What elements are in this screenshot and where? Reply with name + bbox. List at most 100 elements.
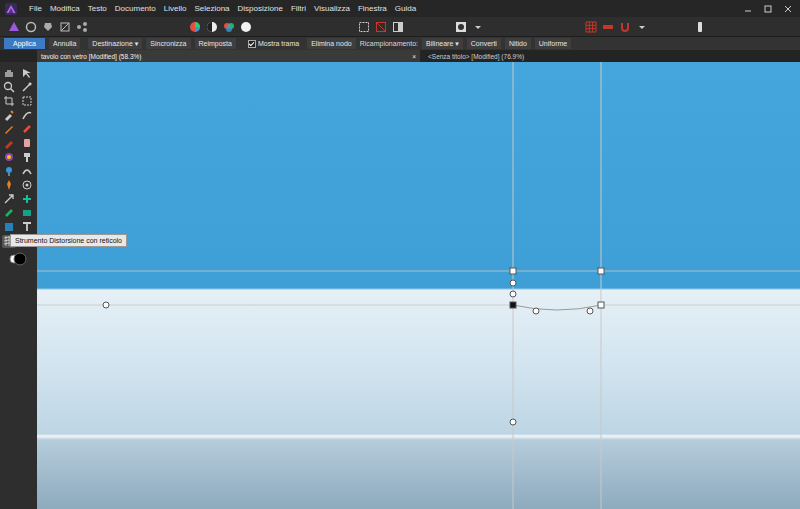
menu-item[interactable]: Seleziona (190, 4, 233, 13)
toolbar-button[interactable]: Reimposta (195, 38, 236, 49)
tool-button[interactable] (20, 123, 34, 136)
show-mesh-checkbox[interactable]: Mostra trama (244, 38, 303, 49)
tools-panel (0, 62, 37, 509)
tool-button[interactable] (20, 67, 34, 80)
toolbar-group (189, 21, 252, 33)
menu-item[interactable]: File (25, 4, 46, 13)
develop-persona-icon[interactable] (42, 21, 54, 33)
toolbar-text: Bilineare (426, 39, 453, 48)
tool-button[interactable] (20, 151, 34, 164)
sharpen-icon (3, 179, 15, 191)
tool-button[interactable] (2, 95, 16, 108)
tool-button[interactable] (2, 221, 16, 234)
toolbar-button[interactable]: Converti (467, 38, 501, 49)
menu-item[interactable]: Guida (391, 4, 420, 13)
color-picker-icon (21, 81, 33, 93)
menu-item[interactable]: Modifica (46, 4, 84, 13)
toolbar-dropdown[interactable]: Bilineare▾ (422, 38, 463, 49)
tool-button[interactable] (2, 109, 16, 122)
mesh-overlay[interactable] (37, 62, 800, 509)
toolbar-button[interactable]: Uniforme (535, 38, 571, 49)
quick-mask-icon[interactable] (455, 21, 467, 33)
color-wheel-icon[interactable] (189, 21, 201, 33)
toolbar-button[interactable]: Sincronizza (146, 38, 190, 49)
paint-brush-icon (3, 123, 15, 135)
tool-button[interactable] (2, 165, 16, 178)
perspective-icon (3, 193, 15, 205)
window-controls (744, 5, 800, 13)
tool-button[interactable] (20, 95, 34, 108)
channels-icon[interactable] (223, 21, 235, 33)
tone-mapping-icon[interactable] (59, 21, 71, 33)
tool-button[interactable] (20, 221, 34, 234)
red-eye-icon (21, 179, 33, 191)
menu-item[interactable]: Disposizione (234, 4, 287, 13)
toolbar-button[interactable]: Applica (4, 38, 45, 49)
white-balance-icon[interactable] (240, 21, 252, 33)
tool-button[interactable] (20, 179, 34, 192)
close-window-icon[interactable] (784, 5, 792, 13)
tool-button[interactable] (20, 137, 34, 150)
color-swatches[interactable] (9, 252, 27, 266)
tab-title: tavolo con vetro [Modified] (58.3%) (41, 53, 141, 60)
assistant-icon[interactable] (694, 21, 706, 33)
toolbar-dropdown[interactable]: Destinazione▾ (88, 38, 142, 49)
grid-icon[interactable] (585, 21, 597, 33)
erase-brush-icon (21, 123, 33, 135)
liquify-persona-icon[interactable] (25, 21, 37, 33)
menu-bar: FileModificaTestoDocumentoLivelloSelezio… (0, 0, 800, 17)
tool-button[interactable] (20, 207, 34, 220)
tool-button[interactable] (2, 179, 16, 192)
selection-brush-icon (3, 109, 15, 121)
primary-color-icon[interactable] (9, 252, 27, 266)
tool-button[interactable] (2, 207, 16, 220)
menu-item[interactable]: Filtri (287, 4, 310, 13)
magnet-icon[interactable] (619, 21, 631, 33)
smudge-icon (21, 165, 33, 177)
zoom-icon (3, 81, 15, 93)
toolbar-button[interactable]: Annulla (49, 38, 80, 49)
menu-item[interactable]: Livello (160, 4, 191, 13)
deselect-icon[interactable] (375, 21, 387, 33)
document-tab[interactable]: <Senza titolo> [Modified] (76.9%) (424, 50, 528, 62)
tool-button[interactable] (20, 193, 34, 206)
dropdown-arrow-icon[interactable] (472, 21, 484, 33)
move-icon (21, 67, 33, 79)
toolbar-text: Ricampionamento: (360, 39, 418, 48)
maximize-icon[interactable] (764, 5, 772, 13)
photo-canvas[interactable] (37, 62, 800, 509)
workspace (0, 62, 800, 509)
marquee-icon[interactable] (358, 21, 370, 33)
app-window: FileModificaTestoDocumentoLivelloSelezio… (0, 0, 800, 509)
toolbar-text: Converti (471, 39, 497, 48)
invert-selection-icon[interactable] (392, 21, 404, 33)
tool-button[interactable] (2, 193, 16, 206)
tool-button[interactable] (2, 123, 16, 136)
menu-item[interactable]: Finestra (354, 4, 391, 13)
toolbar-button[interactable]: Nitido (505, 38, 531, 49)
checkbox-box[interactable] (248, 40, 256, 48)
dodge-icon (3, 151, 15, 163)
menu-item[interactable]: Documento (111, 4, 160, 13)
tool-button[interactable] (2, 137, 16, 150)
tool-button[interactable] (2, 151, 16, 164)
toolbar-button[interactable]: Elimina nodo (307, 38, 355, 49)
menu-item[interactable]: Testo (84, 4, 111, 13)
toolbar-group (585, 21, 648, 33)
export-persona-icon[interactable] (76, 21, 88, 33)
tool-button[interactable] (2, 81, 16, 94)
document-tab[interactable]: tavolo con vetro [Modified] (58.3%) × (37, 50, 420, 62)
menu-item[interactable]: Visualizza (310, 4, 354, 13)
dropdown-arrow-icon[interactable] (636, 21, 648, 33)
minimize-icon[interactable] (744, 5, 752, 13)
tool-button[interactable] (20, 109, 34, 122)
fill-icon (3, 137, 15, 149)
tool-button[interactable] (2, 67, 16, 80)
tool-button[interactable] (20, 81, 34, 94)
main-toolbar (0, 17, 800, 37)
photo-persona-icon[interactable] (8, 21, 20, 33)
snapping-icon[interactable] (602, 21, 614, 33)
contrast-icon[interactable] (206, 21, 218, 33)
tab-close[interactable]: × (406, 53, 416, 60)
tool-button[interactable] (20, 165, 34, 178)
